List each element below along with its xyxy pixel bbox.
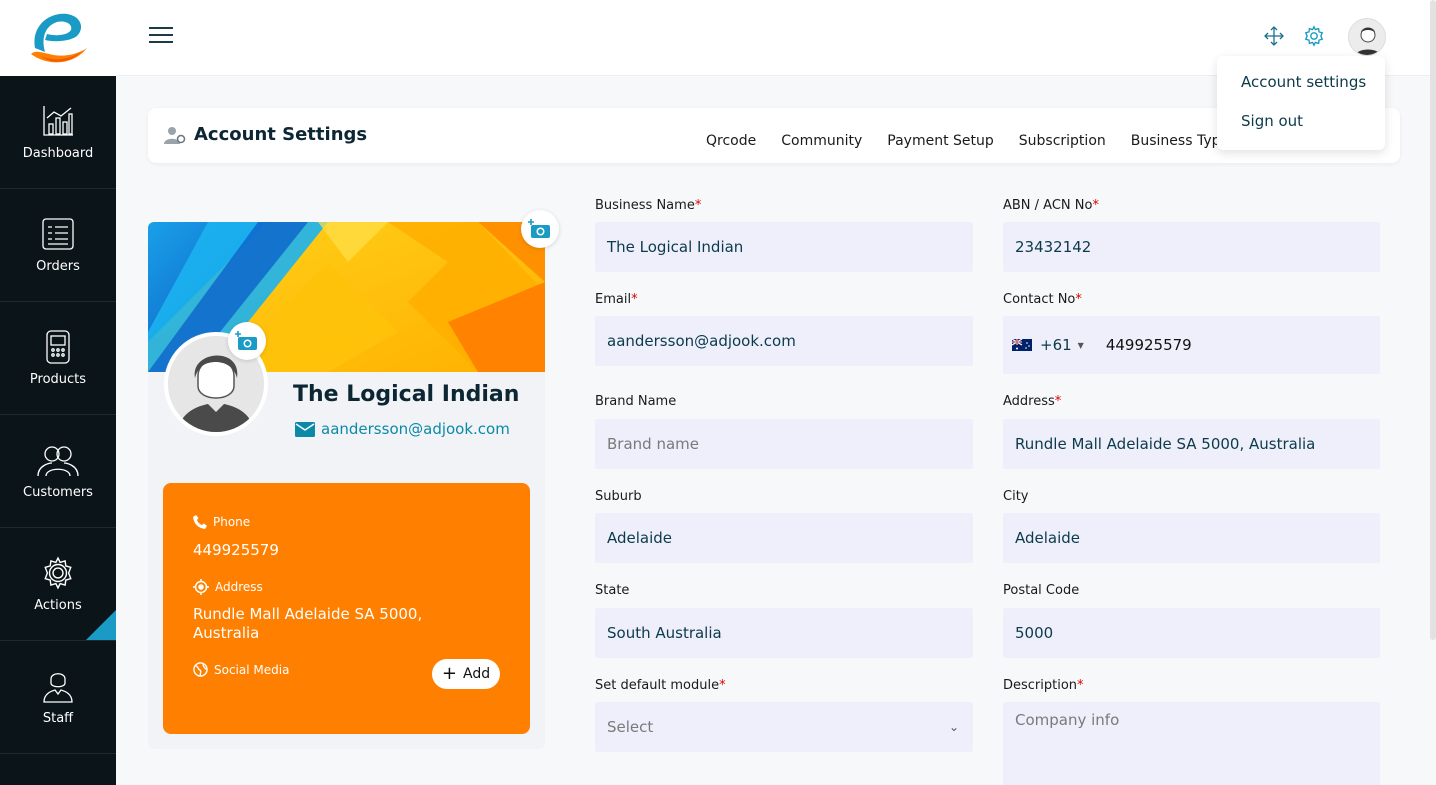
sidebar-item-label: Dashboard bbox=[22, 145, 94, 161]
device-icon bbox=[46, 329, 70, 364]
account-settings-header: Account Settings Qrcode Community Paymen… bbox=[148, 108, 1400, 163]
page-title: Account Settings bbox=[164, 124, 367, 145]
address-value: Rundle Mall Adelaide SA 5000, Australia bbox=[193, 605, 423, 642]
sidebar-item-customers[interactable]: Customers bbox=[0, 415, 116, 528]
sidebar-item-label: Orders bbox=[36, 258, 80, 274]
sidebar-item-label: Customers bbox=[23, 484, 93, 500]
settings-gear-icon[interactable] bbox=[1302, 24, 1326, 48]
chevron-down-icon: ⌄ bbox=[948, 720, 959, 734]
country-code-text: +61 bbox=[1040, 336, 1072, 354]
menu-toggle-button[interactable] bbox=[149, 27, 173, 45]
sidebar-item-label: Staff bbox=[42, 710, 74, 726]
phone-value: 449925579 bbox=[193, 541, 279, 559]
business-name-label: Business Name* bbox=[595, 198, 702, 213]
mail-icon bbox=[295, 421, 315, 437]
tab-payment-setup[interactable]: Payment Setup bbox=[887, 133, 994, 149]
phone-icon bbox=[193, 515, 207, 529]
suburb-input[interactable]: Adelaide bbox=[595, 513, 973, 563]
menu-item-account-settings[interactable]: Account settings bbox=[1241, 73, 1366, 91]
add-button-label: Add bbox=[462, 666, 491, 682]
tab-qrcode[interactable]: Qrcode bbox=[706, 133, 756, 149]
address-label-text: Address bbox=[215, 580, 263, 594]
page-scrollbar[interactable] bbox=[1430, 0, 1436, 640]
user-avatar-button[interactable] bbox=[1348, 18, 1386, 56]
phone-label-text: Phone bbox=[213, 515, 251, 529]
description-label: Description* bbox=[1003, 678, 1084, 693]
australia-flag-icon bbox=[1012, 339, 1032, 351]
profile-card: The Logical Indian aandersson@adjook.com… bbox=[148, 210, 559, 749]
location-target-icon bbox=[193, 579, 209, 595]
email-label: Email* bbox=[595, 292, 638, 307]
user-icon bbox=[43, 672, 73, 703]
sidebar: Dashboard Orders Products Customers Acti… bbox=[0, 76, 116, 785]
avatar-icon bbox=[1349, 19, 1385, 55]
social-media-label: Social Media bbox=[193, 662, 289, 677]
add-photo-icon bbox=[235, 331, 257, 350]
default-module-label: Set default module* bbox=[595, 678, 726, 693]
email-input[interactable]: aandersson@adjook.com bbox=[595, 316, 973, 366]
business-name-input[interactable]: The Logical Indian bbox=[595, 222, 973, 272]
caret-down-icon: ▼ bbox=[1077, 340, 1084, 350]
state-label: State bbox=[595, 583, 630, 598]
list-icon bbox=[42, 217, 74, 250]
tab-subscription[interactable]: Subscription bbox=[1019, 133, 1106, 149]
account-dropdown-menu: Account settings Sign out bbox=[1217, 56, 1385, 150]
logo-icon bbox=[31, 13, 87, 63]
contact-info-card: Phone 449925579 Address Rundle Mall Adel… bbox=[163, 483, 530, 734]
default-module-placeholder: Select bbox=[607, 718, 654, 736]
active-indicator bbox=[86, 610, 116, 640]
default-module-select[interactable]: Select ⌄ bbox=[595, 702, 973, 752]
tab-business-type[interactable]: Business Type bbox=[1131, 133, 1229, 149]
sidebar-item-actions[interactable]: Actions bbox=[0, 528, 116, 641]
app-logo[interactable] bbox=[0, 0, 116, 76]
settings-tabs: Qrcode Community Payment Setup Subscript… bbox=[706, 133, 1254, 149]
add-social-media-button[interactable]: + Add bbox=[432, 659, 500, 689]
menu-item-sign-out[interactable]: Sign out bbox=[1241, 112, 1303, 130]
plus-icon: + bbox=[441, 663, 457, 684]
social-media-label-text: Social Media bbox=[214, 662, 290, 677]
add-photo-icon bbox=[528, 219, 550, 238]
change-cover-photo-button[interactable] bbox=[521, 210, 559, 248]
sidebar-item-dashboard[interactable]: Dashboard bbox=[0, 76, 116, 189]
sidebar-item-label: Actions bbox=[34, 597, 82, 613]
fullscreen-icon[interactable] bbox=[1262, 24, 1286, 48]
brand-name-input[interactable]: Brand name bbox=[595, 419, 973, 469]
address-label: Address bbox=[193, 579, 263, 595]
chart-icon bbox=[43, 105, 73, 136]
abn-label: ABN / ACN No* bbox=[1003, 198, 1099, 213]
postal-code-input[interactable]: 5000 bbox=[1003, 608, 1380, 658]
profile-email-text: aandersson@adjook.com bbox=[321, 420, 510, 438]
profile-email: aandersson@adjook.com bbox=[295, 420, 510, 438]
city-label: City bbox=[1003, 489, 1029, 504]
page-title-text: Account Settings bbox=[194, 124, 368, 145]
address-input[interactable]: Rundle Mall Adelaide SA 5000, Australia bbox=[1003, 419, 1380, 469]
gear-icon bbox=[44, 556, 72, 589]
abn-input[interactable]: 23432142 bbox=[1003, 222, 1380, 272]
state-input[interactable]: South Australia bbox=[595, 608, 973, 658]
address-label: Address* bbox=[1003, 394, 1062, 409]
sidebar-item-orders[interactable]: Orders bbox=[0, 189, 116, 302]
users-icon bbox=[37, 445, 79, 476]
city-input[interactable]: Adelaide bbox=[1003, 513, 1380, 563]
sidebar-item-products[interactable]: Products bbox=[0, 302, 116, 415]
globe-icon bbox=[193, 662, 208, 677]
tab-community[interactable]: Community bbox=[781, 133, 862, 149]
change-profile-photo-button[interactable] bbox=[228, 322, 266, 360]
phone-label: Phone bbox=[193, 515, 250, 529]
sidebar-item-staff[interactable]: Staff bbox=[0, 641, 116, 754]
user-settings-icon bbox=[164, 126, 186, 144]
profile-name: The Logical Indian bbox=[293, 382, 520, 407]
contact-no-label: Contact No* bbox=[1003, 292, 1082, 307]
contact-no-field: +61 ▼ 449925579 bbox=[1003, 316, 1380, 374]
postal-code-label: Postal Code bbox=[1003, 583, 1080, 598]
description-textarea[interactable]: Company info bbox=[1003, 702, 1380, 785]
suburb-label: Suburb bbox=[595, 489, 642, 504]
sidebar-item-label: Products bbox=[29, 371, 87, 387]
country-code-selector[interactable]: +61 ▼ bbox=[1012, 336, 1084, 354]
brand-name-label: Brand Name bbox=[595, 394, 677, 409]
contact-no-input[interactable]: 449925579 bbox=[1106, 336, 1192, 354]
